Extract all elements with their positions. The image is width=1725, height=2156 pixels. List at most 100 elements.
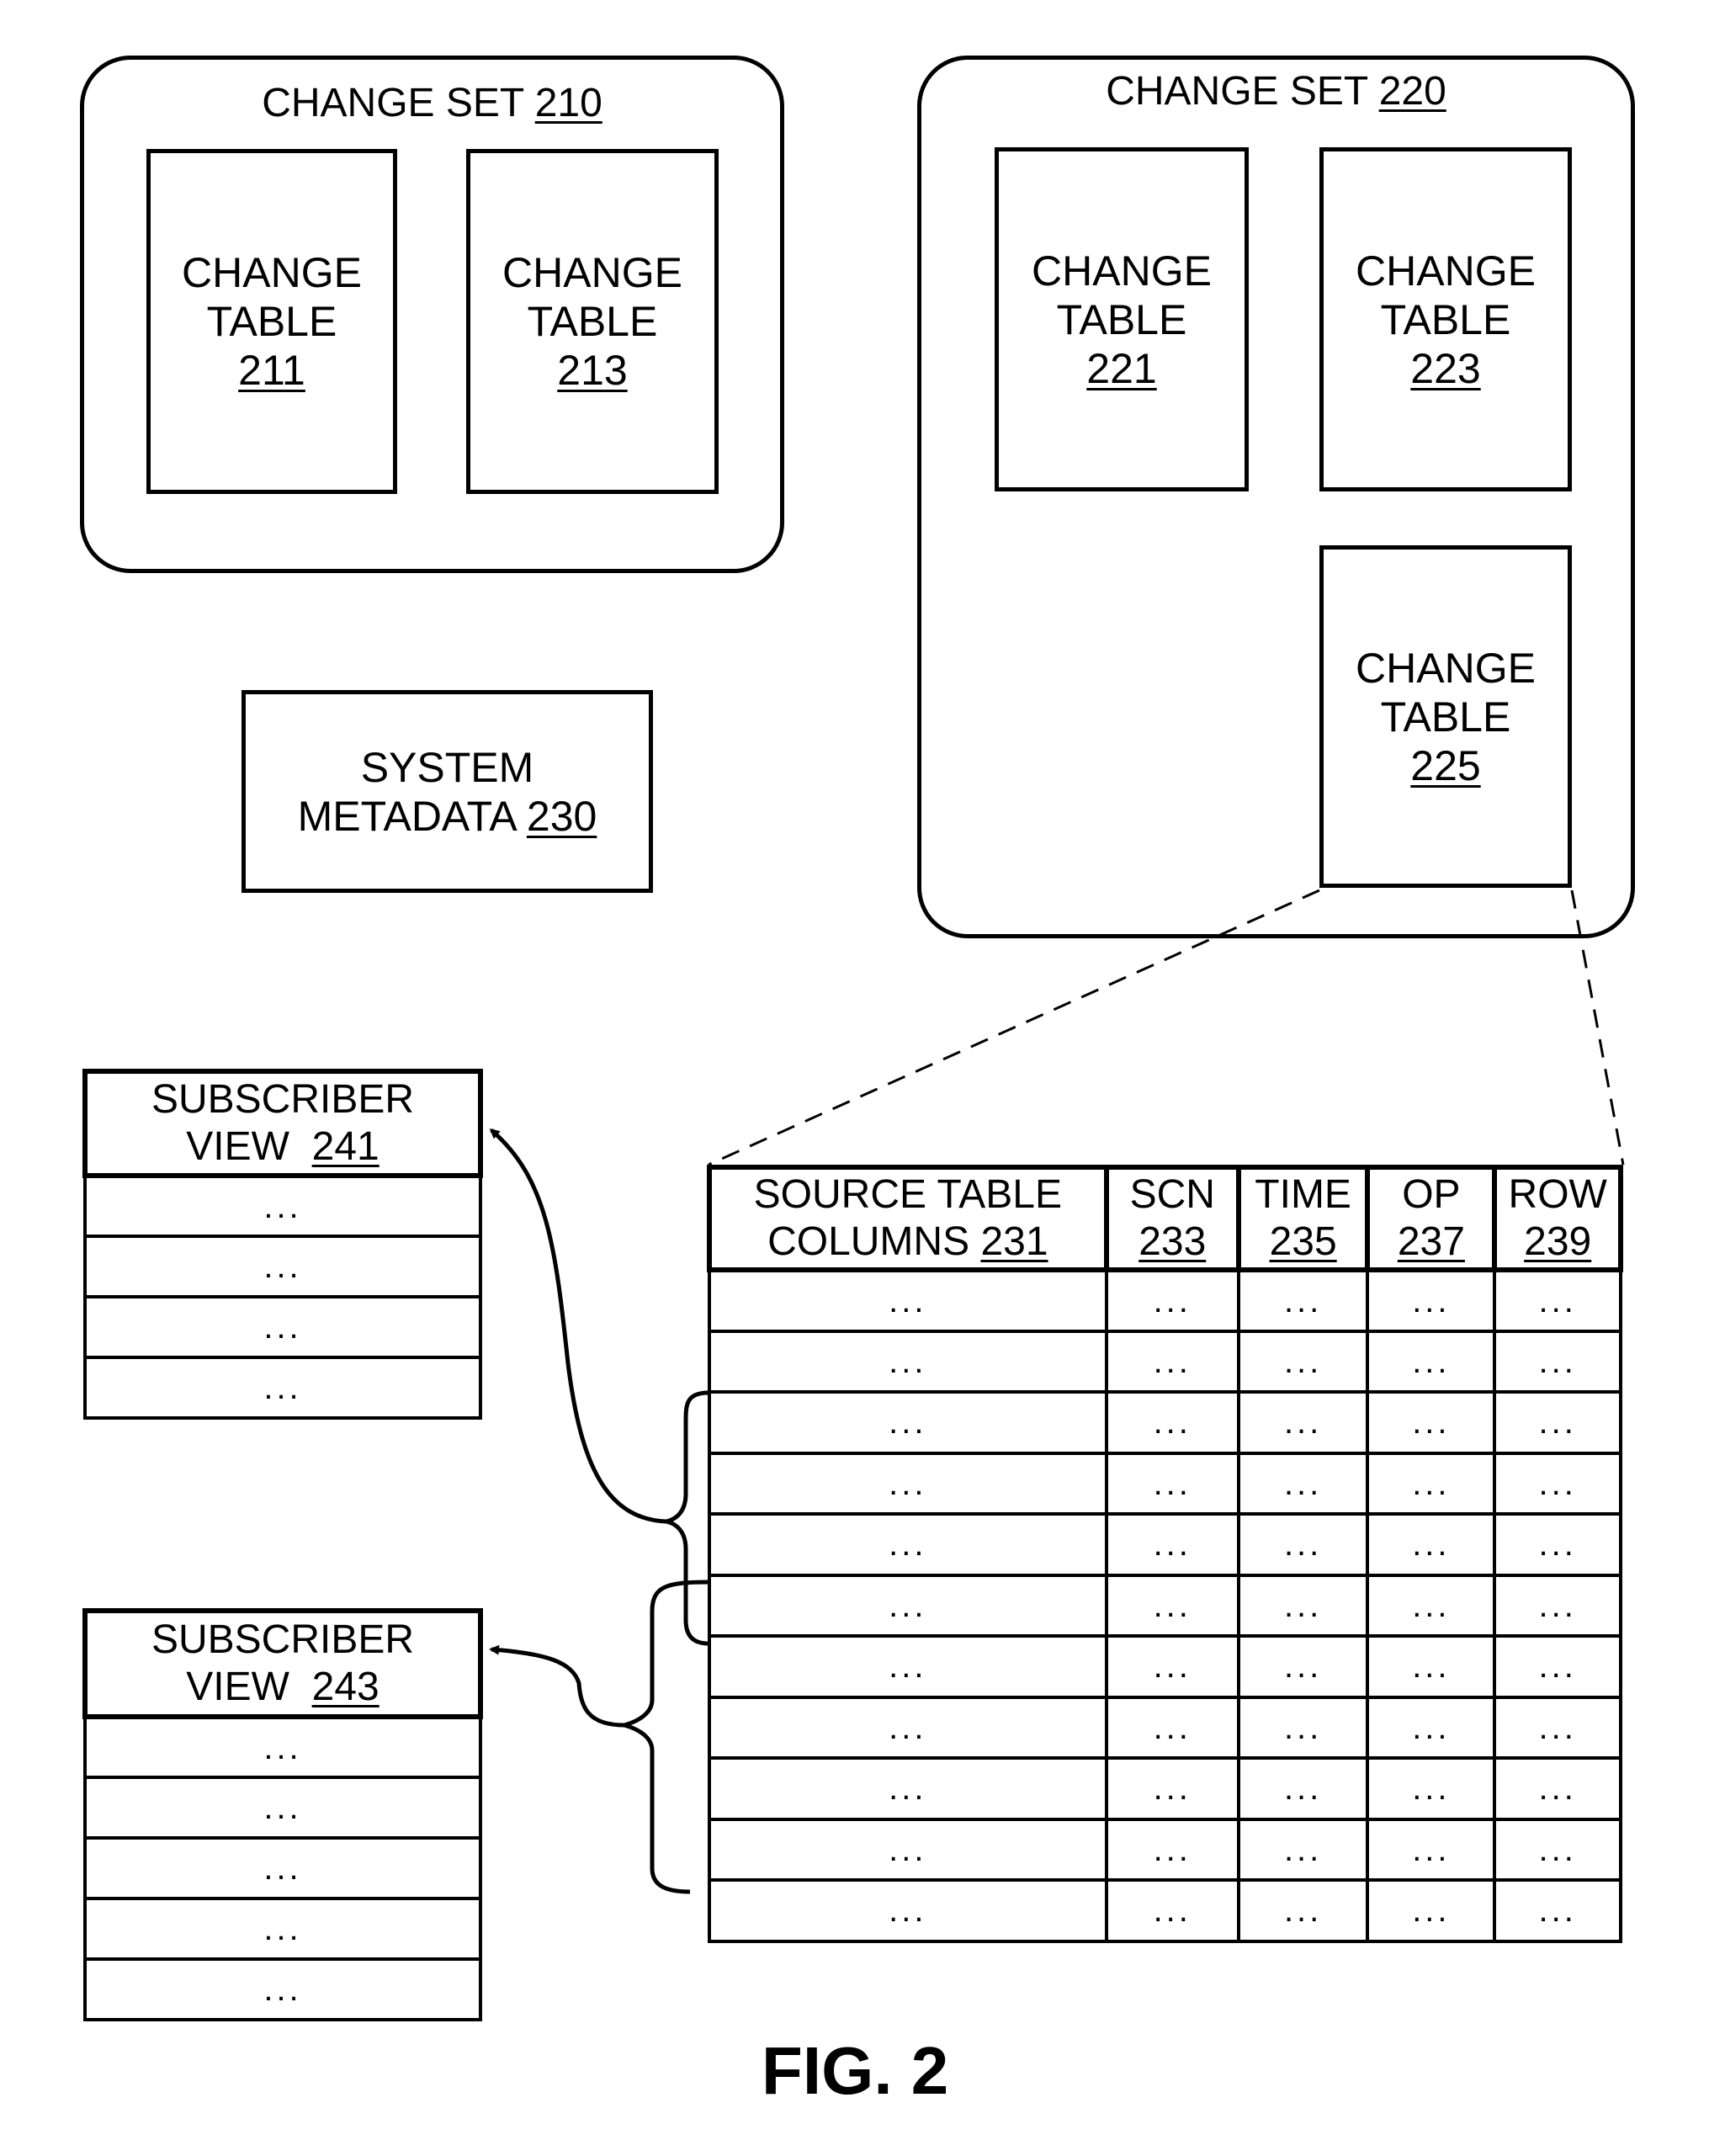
list-item: ... bbox=[83, 1897, 482, 1961]
table-cell: ... bbox=[1236, 1451, 1370, 1516]
column-header: SOURCE TABLE COLUMNS 231 bbox=[707, 1165, 1109, 1272]
table-cell: ... bbox=[708, 1329, 1108, 1394]
table-cell: ... bbox=[708, 1817, 1108, 1882]
table-cell: ... bbox=[708, 1695, 1108, 1760]
brace-241 bbox=[666, 1390, 709, 1646]
brace-243 bbox=[616, 1580, 709, 1894]
subscriber-view-label: VIEW bbox=[186, 1665, 289, 1709]
change-table-221: CHANGE TABLE 221 bbox=[995, 147, 1249, 491]
change-set-ref: 210 bbox=[534, 81, 602, 125]
table-cell: ... bbox=[1236, 1573, 1370, 1638]
change-table-213: CHANGE TABLE 213 bbox=[466, 149, 719, 494]
list-item: ... bbox=[83, 1295, 482, 1359]
subscriber-view-header: SUBSCRIBER VIEW 241 bbox=[82, 1069, 483, 1178]
table-cell: ... bbox=[1104, 1695, 1240, 1760]
list-item: ... bbox=[83, 1836, 482, 1900]
change-table-ref: 211 bbox=[238, 347, 305, 394]
list-item: ... bbox=[83, 1957, 482, 2021]
subscriber-view-243: SUBSCRIBER VIEW 243 ............... bbox=[82, 1608, 483, 2021]
system-metadata-label: SYSTEM bbox=[360, 743, 534, 791]
change-set-ref: 220 bbox=[1378, 69, 1446, 114]
subscriber-view-cell: ... bbox=[83, 1295, 482, 1359]
table-cell: ... bbox=[1236, 1329, 1370, 1394]
column-header-label: ROW bbox=[1508, 1172, 1607, 1217]
change-table-detail: SOURCE TABLE COLUMNS 231 SCN 233 TIME 235 OP 23… bbox=[707, 1165, 1623, 1943]
subscriber-view-241: SUBSCRIBER VIEW 241 ............ bbox=[82, 1069, 483, 1420]
table-cell: ... bbox=[1493, 1390, 1622, 1455]
subscriber-view-label: VIEW bbox=[186, 1124, 289, 1169]
table-cell: ... bbox=[1104, 1634, 1240, 1699]
table-row: ............... bbox=[708, 1268, 1622, 1333]
table-cell: ... bbox=[1104, 1451, 1240, 1516]
list-item: ... bbox=[83, 1356, 482, 1420]
table-cell: ... bbox=[1366, 1695, 1497, 1760]
subscriber-view-cell: ... bbox=[83, 1776, 482, 1840]
subscriber-view-ref: 243 bbox=[311, 1665, 380, 1709]
subscriber-view-cell: ... bbox=[83, 1356, 482, 1420]
table-cell: ... bbox=[1366, 1878, 1497, 1943]
table-cell: ... bbox=[708, 1634, 1108, 1699]
table-cell: ... bbox=[1236, 1817, 1370, 1882]
table-row: ............... bbox=[708, 1451, 1622, 1516]
change-table-ref: 225 bbox=[1410, 741, 1481, 789]
table-cell: ... bbox=[1104, 1817, 1240, 1882]
change-table-label: TABLE bbox=[1380, 693, 1511, 741]
change-set-label: CHANGE SET bbox=[262, 81, 524, 125]
table-cell: ... bbox=[1493, 1329, 1622, 1394]
column-header-row: SOURCE TABLE COLUMNS 231 SCN 233 TIME 235 OP 23… bbox=[707, 1165, 1623, 1272]
change-table-label: CHANGE bbox=[502, 249, 682, 296]
column-header-label: OP bbox=[1402, 1172, 1461, 1217]
change-table-ref: 223 bbox=[1410, 344, 1481, 392]
system-metadata-230: SYSTEM METADATA 230 bbox=[242, 690, 653, 893]
column-header-ref: 231 bbox=[980, 1219, 1048, 1264]
table-cell: ... bbox=[1493, 1695, 1622, 1760]
change-table-223: CHANGE TABLE 223 bbox=[1319, 147, 1572, 491]
change-table-ref: 213 bbox=[557, 347, 628, 394]
change-table-label: TABLE bbox=[206, 298, 337, 345]
column-header: ROW 239 bbox=[1492, 1165, 1623, 1272]
table-cell: ... bbox=[1236, 1512, 1370, 1577]
change-table-ref: 221 bbox=[1086, 344, 1157, 392]
column-header-ref: 237 bbox=[1397, 1219, 1465, 1264]
table-row: ............... bbox=[708, 1756, 1622, 1821]
table-cell: ... bbox=[1236, 1390, 1370, 1455]
table-cell: ... bbox=[1493, 1573, 1622, 1638]
subscriber-view-label: SUBSCRIBER bbox=[151, 1617, 415, 1662]
column-header-label: SOURCE TABLE bbox=[753, 1172, 1062, 1217]
change-table-label: CHANGE bbox=[1356, 644, 1536, 692]
table-cell: ... bbox=[708, 1390, 1108, 1455]
change-table-label: CHANGE bbox=[1032, 247, 1212, 295]
subscriber-view-cell: ... bbox=[83, 1897, 482, 1961]
table-cell: ... bbox=[1236, 1695, 1370, 1760]
subscriber-view-label: SUBSCRIBER bbox=[151, 1077, 415, 1122]
column-header-label: SCN bbox=[1129, 1172, 1215, 1217]
subscriber-view-cell: ... bbox=[83, 1715, 482, 1779]
table-cell: ... bbox=[1104, 1878, 1240, 1943]
change-table-label: TABLE bbox=[527, 298, 658, 345]
table-cell: ... bbox=[1366, 1634, 1497, 1699]
column-header-label: COLUMNS bbox=[767, 1219, 970, 1264]
table-cell: ... bbox=[1236, 1756, 1370, 1821]
table-cell: ... bbox=[1366, 1390, 1497, 1455]
table-cell: ... bbox=[708, 1756, 1108, 1821]
table-cell: ... bbox=[1366, 1573, 1497, 1638]
subscriber-view-header: SUBSCRIBER VIEW 243 bbox=[82, 1608, 483, 1719]
arrow-to-view-243 bbox=[489, 1644, 625, 1728]
table-cell: ... bbox=[1493, 1878, 1622, 1943]
change-table-label: TABLE bbox=[1056, 295, 1187, 343]
system-metadata-label: METADATA bbox=[297, 792, 515, 840]
table-cell: ... bbox=[1104, 1268, 1240, 1333]
column-header: SCN 233 bbox=[1103, 1165, 1241, 1272]
table-cell: ... bbox=[708, 1878, 1108, 1943]
system-metadata-ref: 230 bbox=[526, 792, 597, 840]
column-header-ref: 239 bbox=[1524, 1219, 1592, 1264]
table-cell: ... bbox=[708, 1573, 1108, 1638]
change-table-label: TABLE bbox=[1380, 295, 1511, 343]
subscriber-view-cell: ... bbox=[83, 1836, 482, 1900]
table-row: ............... bbox=[708, 1634, 1622, 1699]
table-cell: ... bbox=[1493, 1451, 1622, 1516]
table-row: ............... bbox=[708, 1573, 1622, 1638]
table-row: ............... bbox=[708, 1878, 1622, 1943]
table-cell: ... bbox=[1104, 1573, 1240, 1638]
table-cell: ... bbox=[1366, 1451, 1497, 1516]
